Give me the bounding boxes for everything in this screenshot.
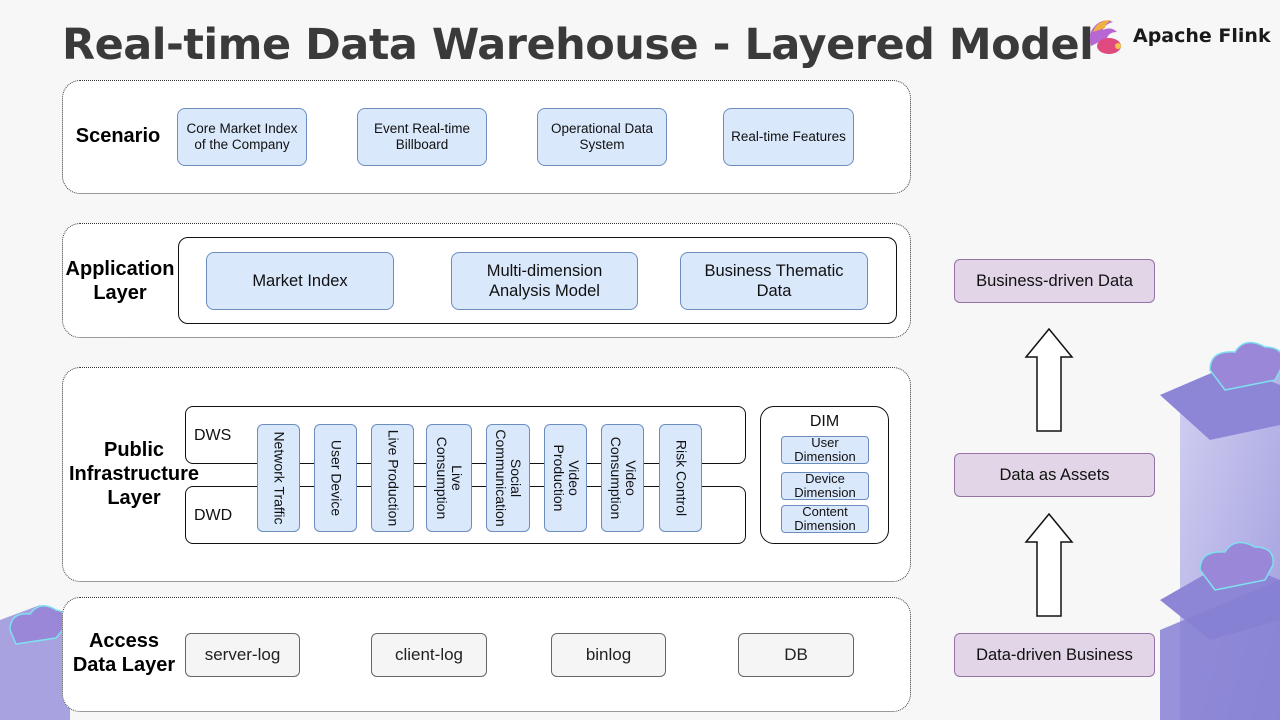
server-tower-illustration-left: [0, 605, 70, 720]
access-source: server-log: [185, 633, 300, 677]
dim-item-label: Content Dimension: [794, 504, 856, 533]
subject-domain: Video Production: [544, 424, 587, 532]
subject-domain-label: Video Production: [550, 444, 582, 512]
dim-item: Content Dimension: [781, 505, 869, 533]
scenario-item: Core Market Index of the Company: [177, 108, 307, 166]
access-source: DB: [738, 633, 854, 677]
application-item: Market Index: [206, 252, 394, 310]
access-source: binlog: [551, 633, 666, 677]
application-item-label: Multi-dimension Analysis Model: [486, 262, 603, 300]
subject-domain: Social Communication: [486, 424, 530, 532]
brand-name: Apache Flink: [1133, 25, 1271, 47]
application-item: Multi-dimension Analysis Model: [451, 252, 638, 310]
scenario-item-label: Real-time Features: [731, 129, 846, 144]
subject-domain-label: Live Production: [385, 429, 401, 527]
access-source-label: DB: [784, 645, 808, 664]
access-source: client-log: [371, 633, 487, 677]
access-source-label: binlog: [585, 645, 632, 664]
scenario-layer-label: Scenario: [75, 125, 161, 147]
dim-item: Device Dimension: [781, 472, 869, 500]
subject-domain-label: User Device: [328, 439, 344, 517]
subject-domain-label: Video Consumption: [607, 436, 639, 520]
subject-domain: Live Consumption: [426, 424, 472, 532]
application-item-label: Market Index: [252, 272, 348, 290]
value-stage: Business-driven Data: [954, 259, 1155, 303]
subject-domain-label: Risk Control: [673, 439, 689, 517]
access-source-label: client-log: [394, 645, 464, 664]
value-stage-label: Data as Assets: [999, 465, 1110, 484]
scenario-item: Event Real-time Billboard: [357, 108, 487, 166]
subject-domain: User Device: [314, 424, 357, 532]
up-arrow-icon: [1024, 328, 1074, 432]
dim-item: User Dimension: [781, 436, 869, 464]
application-layer-label: Application Layer: [65, 258, 175, 304]
page-title: Real-time Data Warehouse - Layered Model: [62, 20, 1094, 70]
dwd-label: DWD: [194, 507, 233, 524]
application-item-label: Business Thematic Data: [704, 262, 844, 300]
dws-label: DWS: [194, 427, 232, 444]
subject-domain: Live Production: [371, 424, 414, 532]
scenario-item: Real-time Features: [723, 108, 854, 166]
scenario-item-label: Event Real-time Billboard: [373, 121, 471, 152]
scenario-item: Operational Data System: [537, 108, 667, 166]
value-stage: Data as Assets: [954, 453, 1155, 497]
dim-item-label: Device Dimension: [794, 471, 856, 500]
up-arrow-icon: [1024, 513, 1074, 617]
subject-domain: Video Consumption: [601, 424, 644, 532]
application-item: Business Thematic Data: [680, 252, 868, 310]
subject-domain-label: Network Traffic: [271, 431, 287, 525]
subject-domain: Network Traffic: [257, 424, 300, 532]
value-stage: Data-driven Business: [954, 633, 1155, 677]
scenario-item-label: Operational Data System: [550, 121, 654, 152]
flink-squirrel-logo-icon: [1089, 20, 1121, 54]
access-data-layer-label: Access Data Layer: [72, 630, 176, 676]
dim-title: DIM: [809, 413, 840, 430]
subject-domain-label: Live Consumption: [434, 436, 465, 520]
value-stage-label: Business-driven Data: [976, 271, 1133, 290]
subject-domain: Risk Control: [659, 424, 702, 532]
server-tower-illustration-right: [1160, 341, 1280, 720]
subject-domain-label: Social Communication: [493, 429, 524, 527]
value-stage-label: Data-driven Business: [976, 645, 1133, 664]
dim-frame: DIM User Dimension Device Dimension Cont…: [760, 406, 889, 544]
brand: Apache Flink: [1085, 16, 1271, 56]
scenario-item-label: Core Market Index of the Company: [186, 121, 298, 152]
dim-item-label: User Dimension: [794, 435, 856, 464]
access-source-label: server-log: [204, 645, 281, 664]
